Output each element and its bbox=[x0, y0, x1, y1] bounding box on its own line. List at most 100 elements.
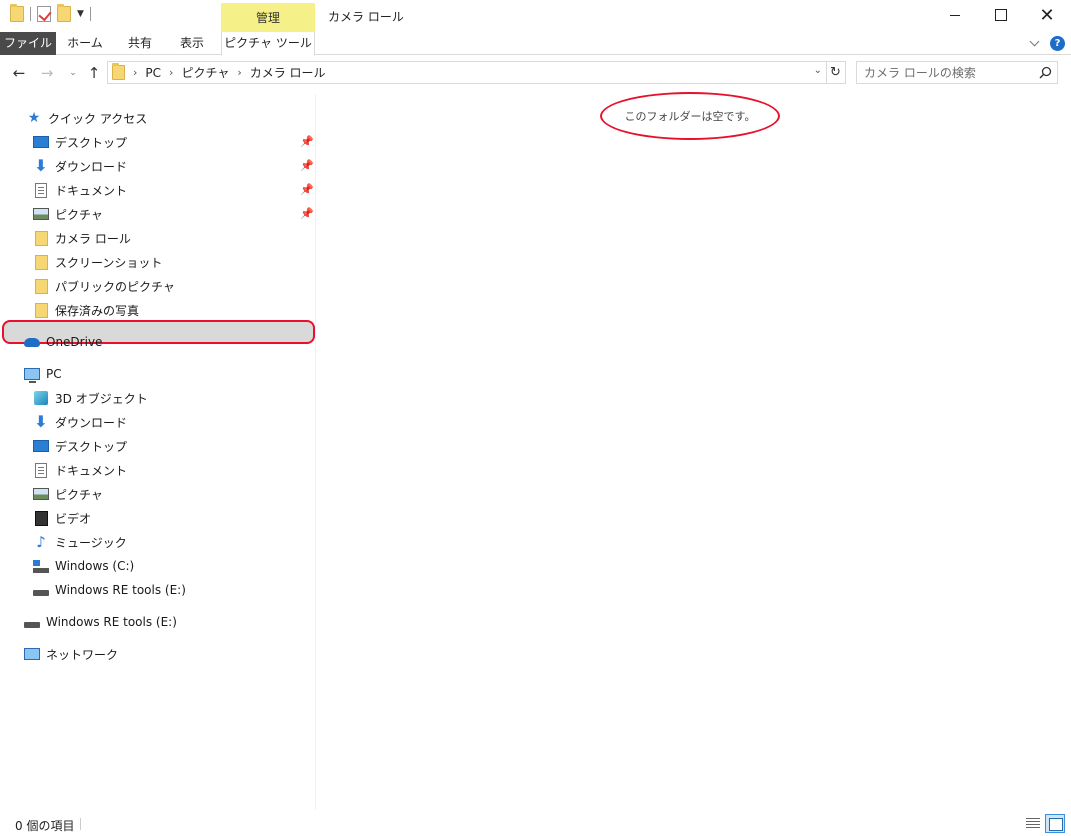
nav-item-camera-roll[interactable]: カメラ ロール bbox=[33, 227, 131, 249]
tab-view[interactable]: 表示 bbox=[166, 32, 218, 55]
tab-share[interactable]: 共有 bbox=[114, 32, 166, 55]
refresh-button[interactable]: ↻ bbox=[826, 61, 846, 84]
nav-item-windows-c[interactable]: Windows (C:) bbox=[33, 555, 134, 577]
3d-objects-icon bbox=[34, 391, 48, 405]
recent-locations-dropdown-icon[interactable]: ⌄ bbox=[62, 62, 84, 84]
nav-quick-access[interactable]: ★ クイック アクセス bbox=[26, 107, 148, 129]
network-icon bbox=[24, 648, 40, 660]
download-icon: ⬇ bbox=[34, 156, 48, 175]
status-bar: 0 個の項目 bbox=[0, 812, 1071, 836]
breadcrumb-chevron-icon[interactable]: › bbox=[169, 66, 173, 79]
ribbon-tabs: ファイル ホーム 共有 表示 ピクチャ ツール ? bbox=[0, 32, 1071, 56]
onedrive-cloud-icon bbox=[24, 337, 40, 347]
nav-item-documents[interactable]: ドキュメント 📌 bbox=[33, 179, 314, 201]
tab-home[interactable]: ホーム bbox=[56, 32, 114, 55]
tab-picture-tools[interactable]: ピクチャ ツール bbox=[221, 32, 315, 56]
breadcrumb-chevron-icon[interactable]: › bbox=[133, 66, 137, 79]
minimize-button[interactable] bbox=[932, 0, 978, 30]
picture-icon bbox=[33, 208, 49, 220]
pin-icon[interactable]: 📌 bbox=[300, 159, 314, 172]
breadcrumb-pc[interactable]: PC bbox=[145, 66, 161, 80]
customize-toolbar-dropdown-icon[interactable]: ▼ bbox=[77, 9, 84, 19]
music-icon: ♪ bbox=[36, 533, 46, 551]
pin-icon[interactable]: 📌 bbox=[300, 207, 314, 220]
nav-label: ミュージック bbox=[55, 535, 127, 550]
nav-label: スクリーンショット bbox=[55, 255, 163, 270]
nav-label: ピクチャ bbox=[55, 487, 103, 502]
nav-label: ダウンロード bbox=[55, 415, 128, 430]
nav-item-videos[interactable]: ビデオ bbox=[33, 507, 91, 529]
search-placeholder: カメラ ロールの検索 bbox=[864, 66, 976, 80]
nav-network[interactable]: ネットワーク bbox=[24, 643, 118, 665]
nav-item-downloads-pc[interactable]: ⬇ ダウンロード bbox=[33, 411, 127, 433]
new-folder-icon[interactable] bbox=[57, 4, 71, 22]
navigation-bar: ← → ⌄ ↑ › PC › ピクチャ › カメラ ロール ⌄ ↻ カメラ ロー… bbox=[0, 58, 1071, 88]
ribbon-controls: ? bbox=[1029, 36, 1065, 51]
close-button[interactable]: ✕ bbox=[1024, 0, 1070, 30]
empty-folder-message: このフォルダーは空です。 bbox=[600, 92, 780, 140]
nav-label: Windows (C:) bbox=[55, 559, 135, 573]
nav-onedrive[interactable]: OneDrive bbox=[24, 331, 102, 353]
folder-icon bbox=[34, 278, 48, 294]
nav-item-pictures-pc[interactable]: ピクチャ bbox=[33, 483, 103, 505]
item-count: 0 個の項目 bbox=[15, 819, 75, 833]
nav-windows-re-tools[interactable]: Windows RE tools (E:) bbox=[24, 611, 177, 633]
desktop-icon bbox=[33, 440, 49, 452]
up-button[interactable]: ↑ bbox=[83, 62, 105, 84]
expand-ribbon-chevron-icon[interactable] bbox=[1029, 36, 1040, 47]
nav-item-3d-objects[interactable]: 3D オブジェクト bbox=[33, 387, 148, 409]
nav-item-music[interactable]: ♪ ミュージック bbox=[33, 531, 127, 553]
breadcrumb-camera-roll[interactable]: カメラ ロール bbox=[250, 64, 326, 81]
maximize-button[interactable] bbox=[978, 0, 1024, 30]
nav-label: パブリックのピクチャ bbox=[55, 279, 175, 294]
star-icon: ★ bbox=[27, 110, 41, 126]
details-view-icon[interactable] bbox=[1025, 816, 1041, 830]
nav-label: デスクトップ bbox=[55, 439, 128, 454]
folder-icon bbox=[34, 230, 48, 246]
nav-item-pictures[interactable]: ピクチャ 📌 bbox=[33, 203, 314, 225]
nav-item-downloads[interactable]: ⬇ ダウンロード 📌 bbox=[33, 155, 313, 177]
nav-label: OneDrive bbox=[46, 335, 103, 349]
nav-label: 保存済みの写真 bbox=[55, 303, 140, 318]
document-icon bbox=[35, 182, 47, 198]
document-icon bbox=[35, 462, 47, 478]
breadcrumb-pictures[interactable]: ピクチャ bbox=[181, 64, 229, 81]
forward-button[interactable]: → bbox=[36, 62, 58, 84]
nav-label: ピクチャ bbox=[55, 207, 103, 222]
properties-icon[interactable] bbox=[37, 6, 51, 22]
nav-label: ビデオ bbox=[55, 511, 92, 526]
address-bar[interactable]: › PC › ピクチャ › カメラ ロール ⌄ bbox=[107, 61, 827, 84]
quick-access-toolbar: ▼ bbox=[10, 4, 91, 22]
nav-label: Windows RE tools (E:) bbox=[46, 615, 177, 629]
nav-item-desktop[interactable]: デスクトップ 📌 bbox=[33, 131, 314, 153]
large-icons-view-icon[interactable] bbox=[1045, 814, 1065, 833]
help-icon[interactable]: ? bbox=[1050, 36, 1065, 51]
nav-label: ドキュメント bbox=[55, 463, 128, 478]
nav-item-public-pictures[interactable]: パブリックのピクチャ bbox=[33, 275, 175, 297]
search-icon[interactable] bbox=[1039, 66, 1052, 79]
tab-file[interactable]: ファイル bbox=[0, 32, 56, 55]
search-box[interactable]: カメラ ロールの検索 bbox=[856, 61, 1058, 84]
nav-item-documents-pc[interactable]: ドキュメント bbox=[33, 459, 127, 481]
nav-item-windows-re-tools-pc[interactable]: Windows RE tools (E:) bbox=[33, 579, 186, 601]
nav-item-saved-pictures[interactable]: 保存済みの写真 bbox=[33, 299, 139, 321]
nav-item-screenshots[interactable]: スクリーンショット bbox=[33, 251, 162, 273]
windows-drive-icon bbox=[33, 559, 49, 573]
pin-icon[interactable]: 📌 bbox=[300, 183, 314, 196]
pin-icon[interactable]: 📌 bbox=[300, 135, 314, 148]
folder-icon[interactable] bbox=[10, 4, 24, 22]
folder-icon bbox=[112, 63, 125, 80]
back-button[interactable]: ← bbox=[8, 62, 30, 84]
drive-icon bbox=[24, 622, 40, 628]
toolbar-divider bbox=[89, 7, 91, 21]
address-history-dropdown-icon[interactable]: ⌄ bbox=[814, 65, 822, 76]
nav-item-desktop-pc[interactable]: デスクトップ bbox=[33, 435, 127, 457]
nav-pc[interactable]: PC bbox=[24, 363, 62, 385]
drive-icon bbox=[33, 590, 49, 596]
title-bar: ▼ 管理 カメラ ロール ✕ bbox=[0, 0, 1071, 33]
nav-label: Windows RE tools (E:) bbox=[55, 583, 186, 597]
nav-label: PC bbox=[46, 367, 62, 381]
download-icon: ⬇ bbox=[34, 412, 48, 431]
computer-icon bbox=[24, 368, 40, 383]
breadcrumb-chevron-icon[interactable]: › bbox=[237, 66, 241, 79]
